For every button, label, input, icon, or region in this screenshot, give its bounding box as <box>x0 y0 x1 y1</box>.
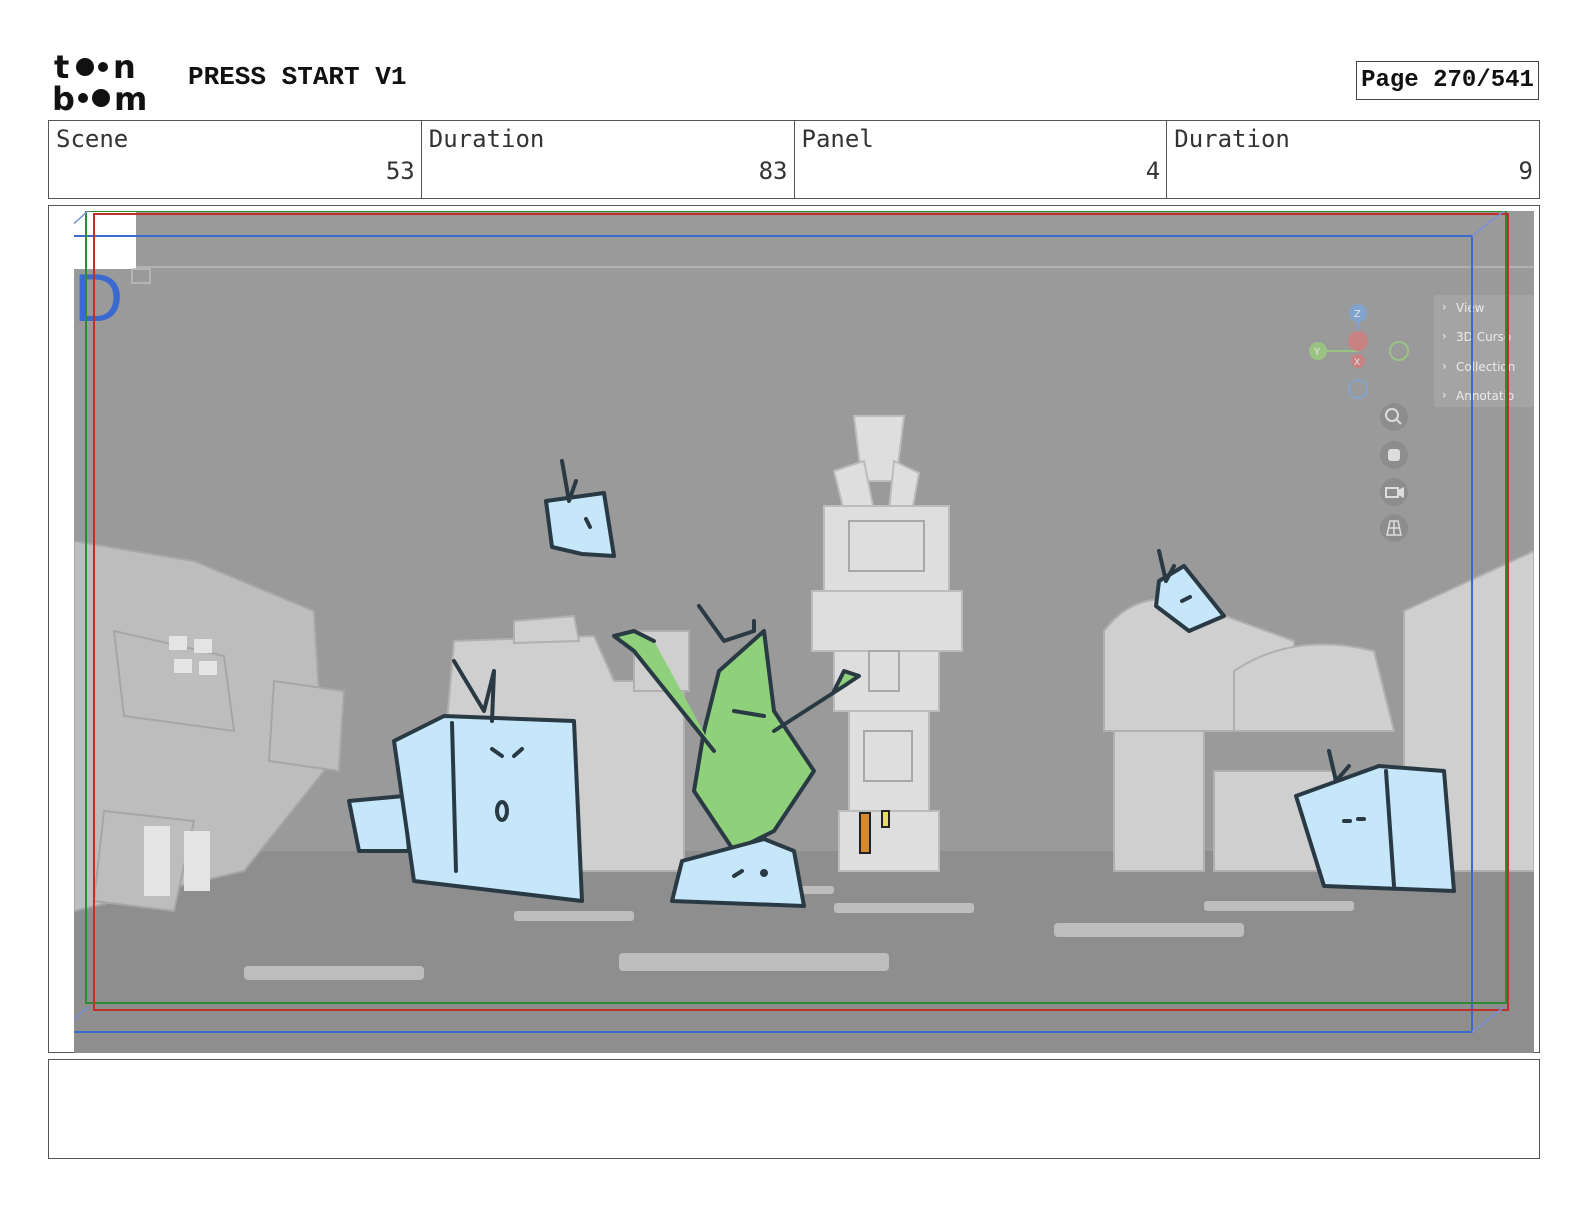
yellow-prop <box>881 810 890 828</box>
scene-duration-label: Duration <box>428 125 545 153</box>
toon-boom-logo: t n b m <box>52 50 147 112</box>
scene-duration-value: 83 <box>758 157 788 185</box>
chevron-right-icon: › <box>1442 300 1447 314</box>
viewport-side-menu: › View › 3D Curso › Collection › Annotat… <box>1434 295 1534 407</box>
camera-icon[interactable] <box>1380 478 1408 506</box>
panel-value: 4 <box>1145 157 1161 185</box>
chevron-right-icon: › <box>1442 359 1447 373</box>
grid-perspective-icon[interactable] <box>1380 514 1408 542</box>
svg-text:b: b <box>52 80 75 112</box>
scene-label: Scene <box>56 125 129 153</box>
panel-duration-cell: Duration 9 <box>1167 121 1539 198</box>
gizmo-axis-x: X <box>1354 358 1360 368</box>
panel-duration-value: 9 <box>1518 157 1533 185</box>
project-title: PRESS START V1 <box>188 62 407 92</box>
panel-duration-label: Duration <box>1174 125 1290 153</box>
scene-info-table: Scene 53 Duration 83 Panel 4 Duration 9 <box>48 120 1540 199</box>
gizmo-axis-z: Z <box>1354 309 1361 320</box>
panel-notes-box <box>48 1059 1540 1159</box>
zoom-icon[interactable] <box>1380 403 1408 431</box>
svg-text:View: View <box>1456 301 1485 315</box>
page-indicator: Page 270/541 <box>1356 61 1539 100</box>
svg-text:3D Curso: 3D Curso <box>1456 330 1511 344</box>
gizmo-axis-y: Y <box>1313 347 1321 358</box>
storyboard-panel-image: Z Y X › View › 3D Curso › Collection › A… <box>74 211 1534 1053</box>
layer-letter: D <box>74 260 123 336</box>
pan-hand-icon[interactable] <box>1380 441 1408 469</box>
svg-text:m: m <box>114 80 147 112</box>
ground-plane <box>74 851 1534 1053</box>
chevron-right-icon: › <box>1442 388 1447 402</box>
orange-prop <box>859 812 871 854</box>
scene-cell: Scene 53 <box>49 121 422 198</box>
panel-cell: Panel 4 <box>795 121 1168 198</box>
scene-duration-cell: Duration 83 <box>422 121 795 198</box>
panel-label: Panel <box>801 125 874 153</box>
scene-value: 53 <box>385 157 415 185</box>
chevron-right-icon: › <box>1442 329 1447 343</box>
